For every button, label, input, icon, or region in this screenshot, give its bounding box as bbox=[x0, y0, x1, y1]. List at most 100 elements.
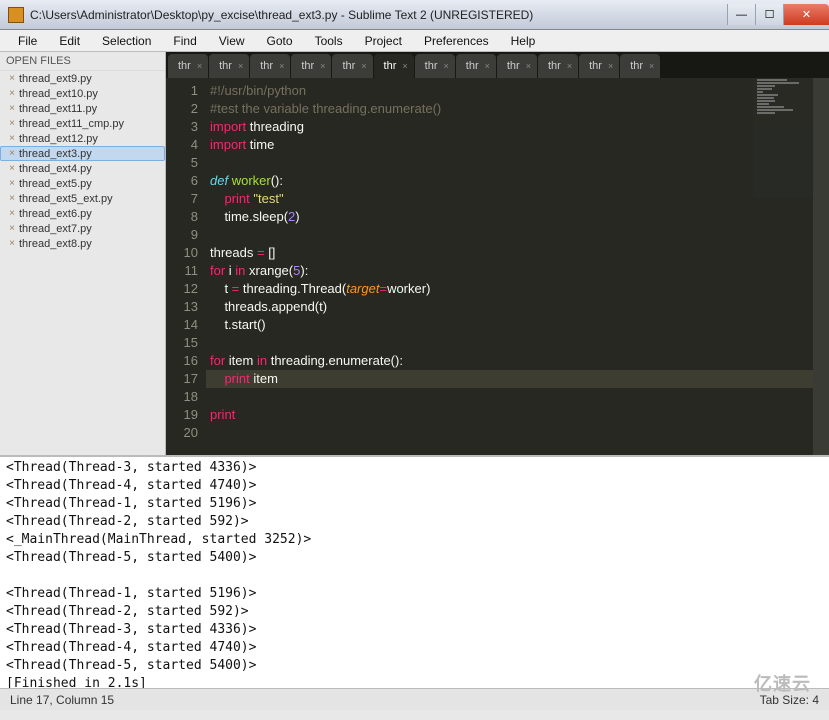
close-icon[interactable]: × bbox=[5, 148, 19, 159]
window-controls: — ☐ ✕ bbox=[727, 4, 829, 25]
editor-tab[interactable]: thr× bbox=[332, 54, 372, 78]
tab-label: thr bbox=[507, 60, 520, 72]
window-titlebar: C:\Users\Administrator\Desktop\py_excise… bbox=[0, 0, 829, 30]
code-line[interactable]: import time bbox=[210, 136, 825, 154]
app-icon bbox=[8, 7, 24, 23]
sidebar-file-item[interactable]: ×thread_ext10.py bbox=[0, 86, 165, 101]
sidebar-file-item[interactable]: ×thread_ext5_ext.py bbox=[0, 191, 165, 206]
build-output-panel[interactable]: <Thread(Thread-3, started 4336)> <Thread… bbox=[0, 455, 829, 688]
menu-bar: FileEditSelectionFindViewGotoToolsProjec… bbox=[0, 30, 829, 52]
menu-tools[interactable]: Tools bbox=[305, 32, 353, 50]
menu-edit[interactable]: Edit bbox=[49, 32, 90, 50]
code-line[interactable] bbox=[210, 388, 825, 406]
file-name-label: thread_ext11_cmp.py bbox=[19, 118, 124, 130]
code-line[interactable] bbox=[210, 334, 825, 352]
close-icon[interactable]: × bbox=[5, 178, 19, 189]
close-icon[interactable]: × bbox=[649, 61, 654, 71]
close-icon[interactable]: × bbox=[5, 73, 19, 84]
code-line[interactable]: threads.append(t) bbox=[210, 298, 825, 316]
tab-label: thr bbox=[548, 60, 561, 72]
editor-tab[interactable]: thr × bbox=[620, 54, 660, 78]
sidebar-file-item[interactable]: ×thread_ext11_cmp.py bbox=[0, 116, 165, 131]
menu-view[interactable]: View bbox=[209, 32, 255, 50]
sidebar-file-item[interactable]: ×thread_ext12.py bbox=[0, 131, 165, 146]
close-icon[interactable]: × bbox=[608, 61, 613, 71]
close-icon[interactable]: × bbox=[5, 238, 19, 249]
sidebar-file-item[interactable]: ×thread_ext9.py bbox=[0, 71, 165, 86]
close-icon[interactable]: × bbox=[485, 61, 490, 71]
menu-project[interactable]: Project bbox=[355, 32, 412, 50]
watermark-logo: 亿速云 bbox=[754, 670, 811, 696]
close-icon[interactable]: × bbox=[5, 163, 19, 174]
menu-help[interactable]: Help bbox=[501, 32, 546, 50]
close-button[interactable]: ✕ bbox=[783, 4, 829, 25]
close-icon[interactable]: × bbox=[5, 223, 19, 234]
code-line[interactable]: print bbox=[210, 406, 825, 424]
code-area[interactable]: 1234567891011121314151617181920 #!/usr/b… bbox=[166, 78, 829, 455]
close-icon[interactable]: × bbox=[567, 61, 572, 71]
close-icon[interactable]: × bbox=[444, 61, 449, 71]
close-icon[interactable]: × bbox=[197, 61, 202, 71]
close-icon[interactable]: × bbox=[5, 133, 19, 144]
sidebar-file-item[interactable]: ×thread_ext8.py bbox=[0, 236, 165, 251]
file-name-label: thread_ext9.py bbox=[19, 73, 92, 85]
minimize-button[interactable]: — bbox=[727, 4, 755, 25]
maximize-button[interactable]: ☐ bbox=[755, 4, 783, 25]
editor-tab[interactable]: thr× bbox=[415, 54, 455, 78]
sidebar-file-item[interactable]: ×thread_ext3.py bbox=[0, 146, 165, 161]
editor-tab[interactable]: thr × bbox=[497, 54, 537, 78]
close-icon[interactable]: × bbox=[402, 61, 407, 71]
code-line[interactable] bbox=[210, 226, 825, 244]
editor-tab[interactable]: thr× bbox=[291, 54, 331, 78]
menu-find[interactable]: Find bbox=[163, 32, 206, 50]
close-icon[interactable]: × bbox=[279, 61, 284, 71]
sidebar-file-item[interactable]: ×thread_ext6.py bbox=[0, 206, 165, 221]
code-content[interactable]: #!/usr/bin/python#test the variable thre… bbox=[206, 78, 829, 455]
code-line[interactable]: t.start() bbox=[210, 316, 825, 334]
editor-tab[interactable]: thr× bbox=[456, 54, 496, 78]
editor-tab[interactable]: thr× bbox=[374, 54, 414, 78]
code-line[interactable]: def worker(): bbox=[210, 172, 825, 190]
file-name-label: thread_ext5_ext.py bbox=[19, 193, 113, 205]
code-line[interactable] bbox=[210, 424, 825, 442]
close-icon[interactable]: × bbox=[320, 61, 325, 71]
editor-tab[interactable]: thr× bbox=[250, 54, 290, 78]
editor: thr×thr×thr×thr×thr×thr×thr×thr×thr×thr×… bbox=[166, 52, 829, 455]
code-line[interactable]: for i in xrange(5): bbox=[210, 262, 825, 280]
editor-tab[interactable]: thr × bbox=[538, 54, 578, 78]
sidebar-file-item[interactable]: ×thread_ext4.py bbox=[0, 161, 165, 176]
editor-tab[interactable]: thr× bbox=[579, 54, 619, 78]
code-line[interactable]: t = threading.Thread(target=worker) bbox=[210, 280, 825, 298]
close-icon[interactable]: × bbox=[5, 103, 19, 114]
file-name-label: thread_ext11.py bbox=[19, 103, 97, 115]
code-line[interactable]: #!/usr/bin/python bbox=[210, 82, 825, 100]
close-icon[interactable]: × bbox=[238, 61, 243, 71]
file-name-label: thread_ext8.py bbox=[19, 238, 92, 250]
tab-label: thr bbox=[630, 60, 643, 72]
close-icon[interactable]: × bbox=[361, 61, 366, 71]
menu-file[interactable]: File bbox=[8, 32, 47, 50]
close-icon[interactable]: × bbox=[5, 118, 19, 129]
code-line[interactable] bbox=[210, 154, 825, 172]
sidebar-file-item[interactable]: ×thread_ext11.py bbox=[0, 101, 165, 116]
close-icon[interactable]: × bbox=[526, 61, 531, 71]
close-icon[interactable]: × bbox=[5, 208, 19, 219]
menu-goto[interactable]: Goto bbox=[257, 32, 303, 50]
code-line[interactable]: threads = [] bbox=[210, 244, 825, 262]
code-line[interactable]: print item bbox=[210, 370, 825, 388]
file-name-label: thread_ext4.py bbox=[19, 163, 92, 175]
menu-preferences[interactable]: Preferences bbox=[414, 32, 499, 50]
code-line[interactable]: for item in threading.enumerate(): bbox=[210, 352, 825, 370]
code-line[interactable]: import threading bbox=[210, 118, 825, 136]
sidebar-file-item[interactable]: ×thread_ext5.py bbox=[0, 176, 165, 191]
menu-selection[interactable]: Selection bbox=[92, 32, 161, 50]
tab-label: thr bbox=[178, 60, 191, 72]
code-line[interactable]: #test the variable threading.enumerate() bbox=[210, 100, 825, 118]
code-line[interactable]: time.sleep(2) bbox=[210, 208, 825, 226]
close-icon[interactable]: × bbox=[5, 193, 19, 204]
editor-tab[interactable]: thr× bbox=[209, 54, 249, 78]
sidebar-file-item[interactable]: ×thread_ext7.py bbox=[0, 221, 165, 236]
code-line[interactable]: print "test" bbox=[210, 190, 825, 208]
editor-tab[interactable]: thr × bbox=[168, 54, 208, 78]
close-icon[interactable]: × bbox=[5, 88, 19, 99]
